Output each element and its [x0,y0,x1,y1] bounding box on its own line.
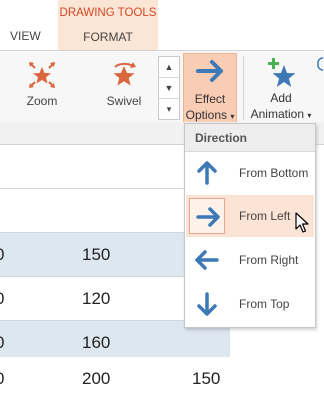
gallery-scroll-control: ▲ ▼ ▾ [158,56,180,120]
partial-ribbon-icon [317,57,324,71]
table-cell: 0 [0,333,4,353]
table-cell: 150 [192,369,221,388]
chevron-down-icon: ▾ [230,112,235,121]
drawing-tools-context-group: DRAWING TOOLS FORMAT [58,0,158,50]
gallery-scroll-down-button[interactable]: ▼ [159,78,179,99]
add-animation-label-line2: Animation ▾ [246,107,316,121]
arrow-left-icon [195,250,219,270]
menu-item-label: From Left [239,209,291,223]
menu-item-icon-box [189,286,225,322]
star-plus-icon [268,58,296,87]
gallery-more-button[interactable]: ▾ [159,99,179,119]
dropdown-header: Direction [185,124,315,152]
gallery-item-label: Swivel [106,94,142,108]
menu-item-label: From Right [239,253,299,267]
ribbon-separator [243,56,244,120]
effect-options-label: Effect [194,92,226,106]
gallery-item-swivel[interactable]: Swivel [94,60,154,116]
mouse-pointer-icon [295,212,309,233]
swivel-effect-icon [113,62,136,86]
tab-format[interactable]: FORMAT [58,30,158,44]
gallery-scroll-up-button[interactable]: ▲ [159,57,179,78]
table-cell: 0 [0,369,4,389]
table-cell: 160 [82,333,111,352]
effect-options-label-text: Options [185,108,227,122]
table-cell: 200 [82,369,111,388]
table-cell: 150 [82,245,111,264]
menu-item-from-top[interactable]: From Top [186,283,314,325]
menu-item-from-right[interactable]: From Right [186,239,314,281]
direction-heading: Direction [195,131,248,145]
menu-item-label: From Bottom [239,166,309,180]
menu-item-label: From Top [239,297,290,311]
menu-item-from-bottom[interactable]: From Bottom [186,152,314,194]
arrow-right-icon [196,60,223,82]
arrow-down-icon [197,292,217,316]
table-row: 0 200 150 [0,357,230,401]
arrow-right-icon [196,207,220,227]
menu-item-icon-box [189,155,225,191]
zoom-effect-icon [29,62,55,88]
menu-item-icon-box [189,242,225,278]
effect-options-button[interactable]: Effect Options ▾ [183,53,237,123]
menu-item-icon-box [189,198,225,234]
gallery-item-label: Zoom [26,94,58,108]
ribbon-tab-strip: VIEW DRAWING TOOLS FORMAT [0,0,324,50]
arrow-up-icon [197,161,217,185]
tab-view[interactable]: VIEW [10,29,41,43]
add-animation-label: Add [270,91,292,105]
table-cell: 0 [0,289,4,309]
add-animation-label-text: Animation [250,107,304,121]
table-cell: 120 [82,289,111,308]
add-animation-button[interactable]: Add Animation ▾ [246,53,316,123]
gallery-item-zoom[interactable]: Zoom [12,60,72,116]
contextual-group-label: DRAWING TOOLS [59,7,157,19]
table-cell: 0 [0,245,4,265]
chevron-down-icon: ▾ [307,111,312,120]
effect-options-label-line2: Options ▾ [184,108,236,122]
